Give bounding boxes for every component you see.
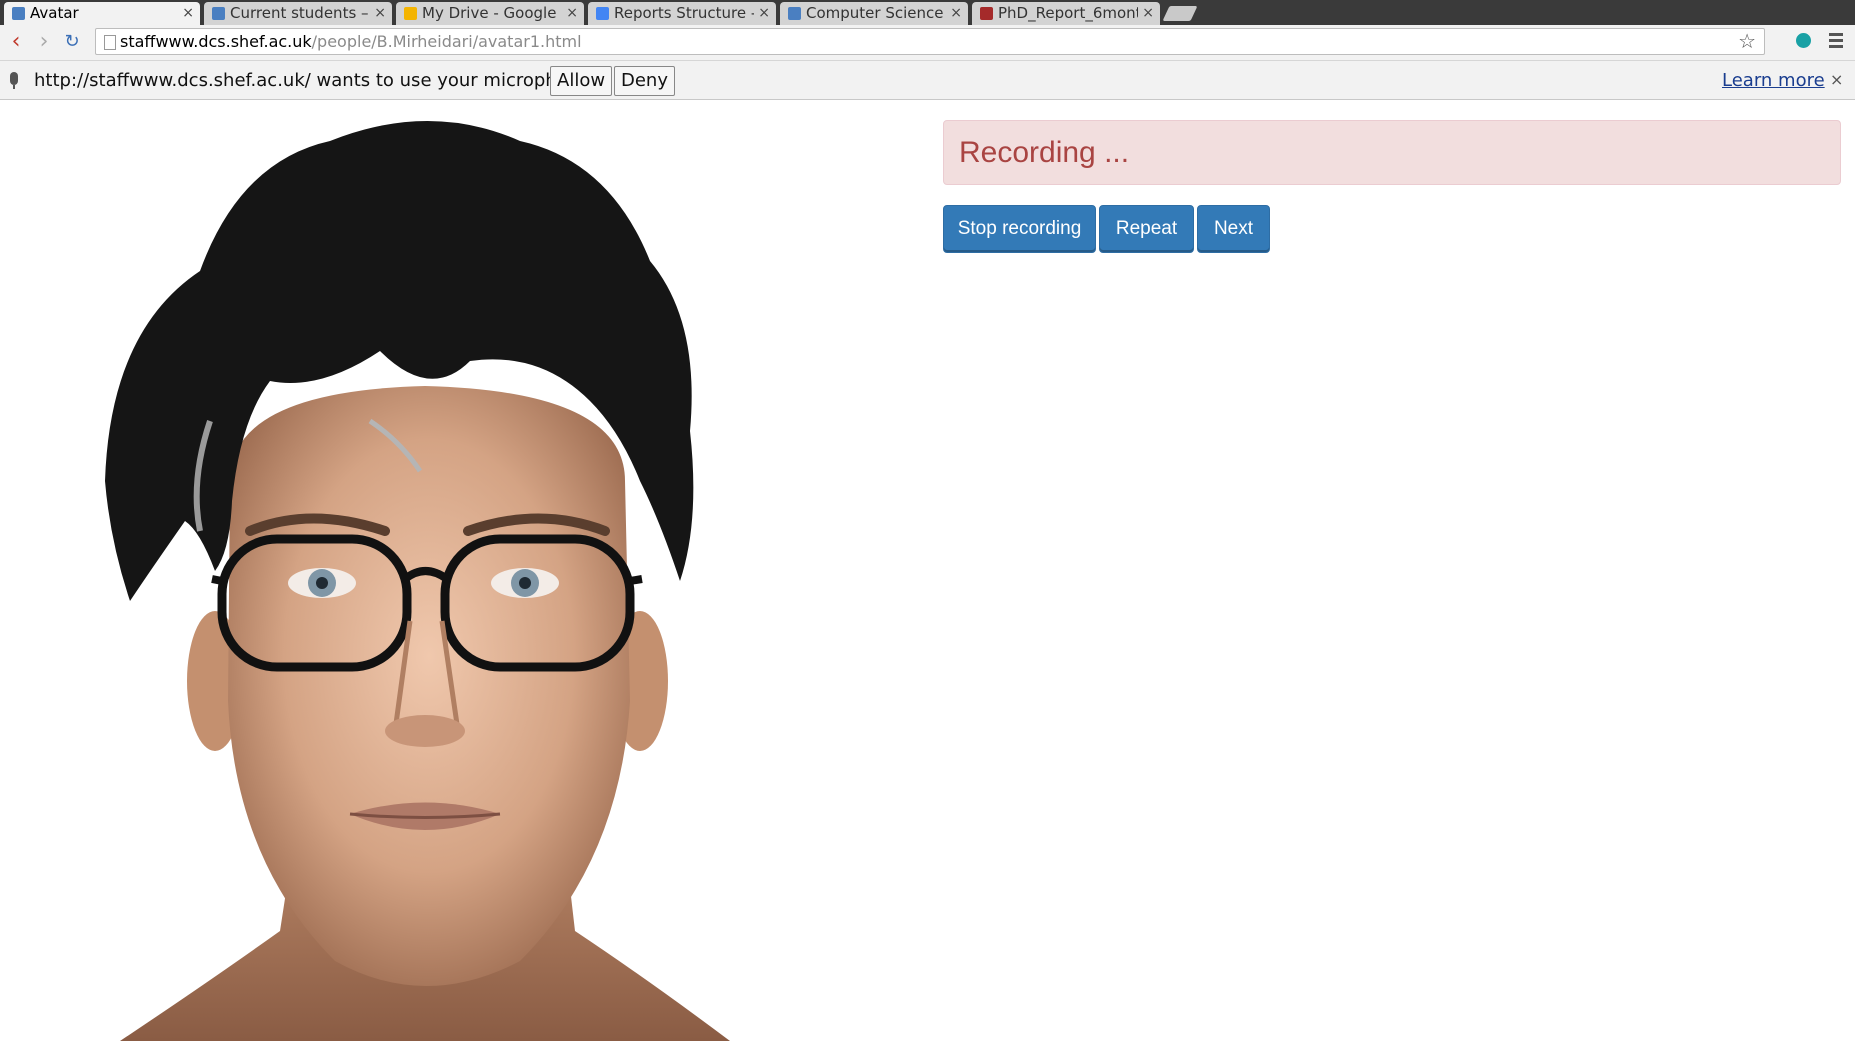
tab-strip: Avatar × Current students – T × My Drive… bbox=[0, 0, 1855, 25]
tab-my-drive[interactable]: My Drive - Google Dr × bbox=[396, 2, 584, 25]
right-pupil bbox=[519, 577, 531, 589]
nose-tip bbox=[385, 715, 465, 747]
tab-computer-science[interactable]: Computer Science Re × bbox=[780, 2, 968, 25]
left-temple bbox=[211, 575, 223, 585]
close-icon[interactable]: × bbox=[950, 2, 962, 25]
right-temple bbox=[629, 575, 643, 585]
tab-label: Avatar bbox=[30, 4, 79, 22]
address-bar[interactable]: staffwww.dcs.shef.ac.uk/people/B.Mirheid… bbox=[95, 28, 1765, 55]
tab-label: PhD_Report_6month bbox=[998, 4, 1138, 22]
back-icon[interactable]: ‹ bbox=[4, 30, 28, 54]
url-text: staffwww.dcs.shef.ac.uk/people/B.Mirheid… bbox=[120, 29, 582, 54]
tab-reports-structure[interactable]: Reports Structure - G × bbox=[588, 2, 776, 25]
microphone-icon bbox=[10, 72, 18, 89]
menu-icon[interactable] bbox=[1829, 33, 1843, 49]
next-button[interactable]: Next bbox=[1197, 205, 1270, 253]
close-icon[interactable]: × bbox=[1142, 2, 1154, 25]
google-drive-icon bbox=[404, 7, 417, 20]
avatar-face-image bbox=[105, 121, 730, 1041]
microphone-permission-infobar: http://staffwww.dcs.shef.ac.uk/ wants to… bbox=[0, 61, 1855, 100]
tab-avatar[interactable]: Avatar × bbox=[4, 2, 200, 25]
close-infobar-icon[interactable]: × bbox=[1830, 61, 1843, 99]
repeat-button[interactable]: Repeat bbox=[1099, 205, 1194, 253]
extension-icon[interactable] bbox=[1796, 33, 1811, 48]
sharelatex-icon bbox=[980, 7, 993, 20]
tab-label: Current students – T bbox=[230, 4, 370, 22]
tab-label: My Drive - Google Dr bbox=[422, 4, 562, 22]
close-icon[interactable]: × bbox=[374, 2, 386, 25]
url-host: staffwww.dcs.shef.ac.uk bbox=[120, 32, 312, 51]
reload-icon[interactable]: ↻ bbox=[60, 30, 84, 54]
tab-current-students[interactable]: Current students – T × bbox=[204, 2, 392, 25]
learn-more-link[interactable]: Learn more bbox=[1722, 61, 1825, 100]
face-shape bbox=[228, 386, 630, 986]
browser-toolbar: ‹ › ↻ staffwww.dcs.shef.ac.uk/people/B.M… bbox=[0, 25, 1855, 61]
tab-phd-report[interactable]: PhD_Report_6month × bbox=[972, 2, 1160, 25]
stop-recording-button[interactable]: Stop recording bbox=[943, 205, 1096, 253]
google-docs-icon bbox=[596, 7, 609, 20]
close-icon[interactable]: × bbox=[182, 2, 194, 25]
close-icon[interactable]: × bbox=[566, 2, 578, 25]
infobar-message: http://staffwww.dcs.shef.ac.uk/ wants to… bbox=[34, 70, 596, 91]
recording-status-alert: Recording ... bbox=[943, 120, 1841, 185]
tab-label: Reports Structure - G bbox=[614, 4, 754, 22]
page-icon bbox=[104, 35, 116, 50]
new-tab-button[interactable] bbox=[1162, 6, 1198, 21]
shield-icon bbox=[12, 7, 25, 20]
close-icon[interactable]: × bbox=[758, 2, 770, 25]
shield-icon bbox=[788, 7, 801, 20]
recording-status-text: Recording ... bbox=[959, 136, 1130, 169]
allow-button[interactable]: Allow bbox=[550, 66, 613, 96]
bookmark-star-icon[interactable]: ☆ bbox=[1738, 29, 1756, 54]
deny-button[interactable]: Deny bbox=[614, 66, 675, 96]
forward-icon[interactable]: › bbox=[32, 30, 56, 54]
tab-label: Computer Science Re bbox=[806, 4, 946, 22]
url-path: /people/B.Mirheidari/avatar1.html bbox=[311, 32, 582, 51]
left-pupil bbox=[316, 577, 328, 589]
shield-icon bbox=[212, 7, 225, 20]
